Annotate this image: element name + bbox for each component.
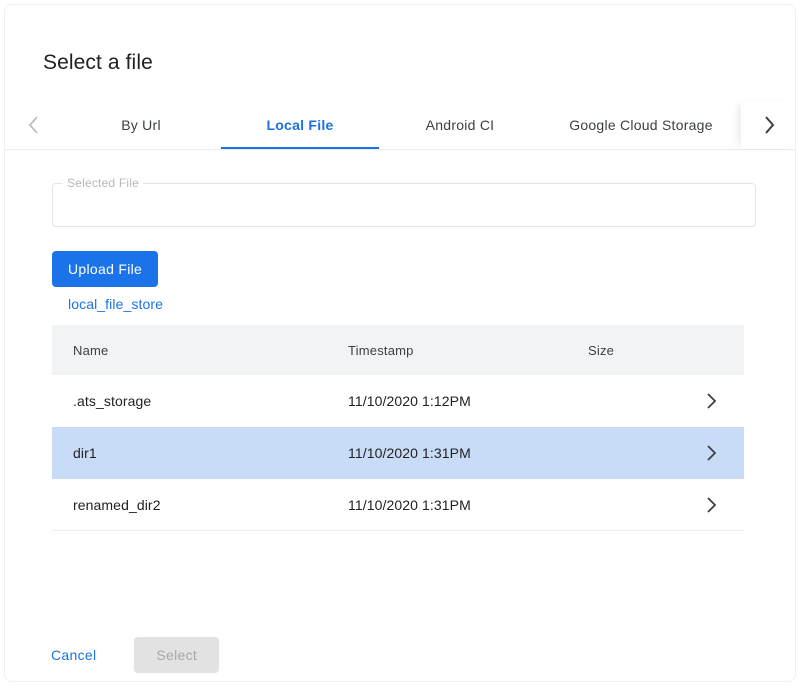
tab-android-ci[interactable]: Android CI xyxy=(379,101,541,149)
selected-file-field[interactable]: Selected File xyxy=(52,183,756,227)
cell-navigate xyxy=(678,441,744,465)
table-row[interactable]: .ats_storage 11/10/2020 1:12PM xyxy=(52,375,744,427)
table-row[interactable]: renamed_dir2 11/10/2020 1:31PM xyxy=(52,479,744,531)
tab-scroll-right-button[interactable] xyxy=(741,101,796,149)
cell-timestamp: 11/10/2020 1:31PM xyxy=(348,497,588,513)
select-file-dialog: Select a file By Url Local File Android … xyxy=(4,4,796,682)
cell-navigate xyxy=(678,389,744,413)
selected-file-input[interactable] xyxy=(52,183,756,227)
row-open-button[interactable] xyxy=(699,389,723,413)
cell-name: dir1 xyxy=(52,445,348,461)
cell-timestamp: 11/10/2020 1:12PM xyxy=(348,393,588,409)
column-header-timestamp: Timestamp xyxy=(348,343,588,358)
cancel-button[interactable]: Cancel xyxy=(41,639,106,671)
tab-label: Local File xyxy=(266,117,333,133)
file-table: Name Timestamp Size .ats_storage 11/10/2… xyxy=(52,325,744,531)
cell-timestamp: 11/10/2020 1:31PM xyxy=(348,445,588,461)
dialog-footer: Cancel Select xyxy=(5,627,796,682)
table-header-row: Name Timestamp Size xyxy=(52,325,744,375)
cell-name: renamed_dir2 xyxy=(52,497,348,513)
cell-name: .ats_storage xyxy=(52,393,348,409)
tab-bar: By Url Local File Android CI Google Clou… xyxy=(5,101,796,150)
tab-label: By Url xyxy=(121,117,161,133)
tab-scroll-area: By Url Local File Android CI Google Clou… xyxy=(61,101,741,149)
breadcrumb-local-file-store[interactable]: local_file_store xyxy=(68,296,163,312)
row-open-button[interactable] xyxy=(699,493,723,517)
page-title: Select a file xyxy=(43,49,153,77)
column-header-name: Name xyxy=(52,343,348,358)
tab-scroll-left-button[interactable] xyxy=(5,101,61,149)
column-header-size: Size xyxy=(588,343,678,358)
tab-label: Google Cloud Storage xyxy=(569,117,713,133)
upload-file-button[interactable]: Upload File xyxy=(52,251,158,287)
chevron-right-icon xyxy=(706,444,717,462)
row-open-button[interactable] xyxy=(699,441,723,465)
table-row[interactable]: dir1 11/10/2020 1:31PM xyxy=(52,427,744,479)
chevron-right-icon xyxy=(706,392,717,410)
cell-navigate xyxy=(678,493,744,517)
chevron-left-icon xyxy=(27,114,40,136)
chevron-right-icon xyxy=(763,114,776,136)
select-button[interactable]: Select xyxy=(134,637,219,673)
chevron-right-icon xyxy=(706,496,717,514)
tab-local-file[interactable]: Local File xyxy=(221,101,379,149)
tab-label: Android CI xyxy=(426,117,495,133)
tab-by-url[interactable]: By Url xyxy=(61,101,221,149)
tab-google-cloud-storage[interactable]: Google Cloud Storage xyxy=(541,101,741,149)
